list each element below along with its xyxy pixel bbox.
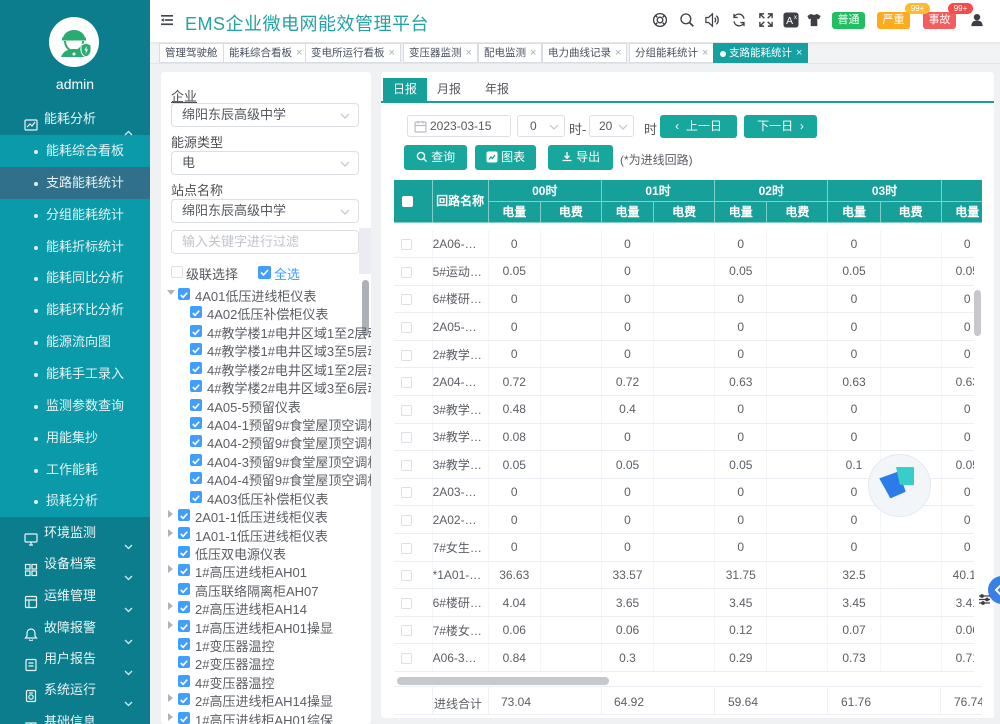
svg-text:x: x (794, 14, 797, 21)
svg-text:A: A (786, 16, 793, 27)
